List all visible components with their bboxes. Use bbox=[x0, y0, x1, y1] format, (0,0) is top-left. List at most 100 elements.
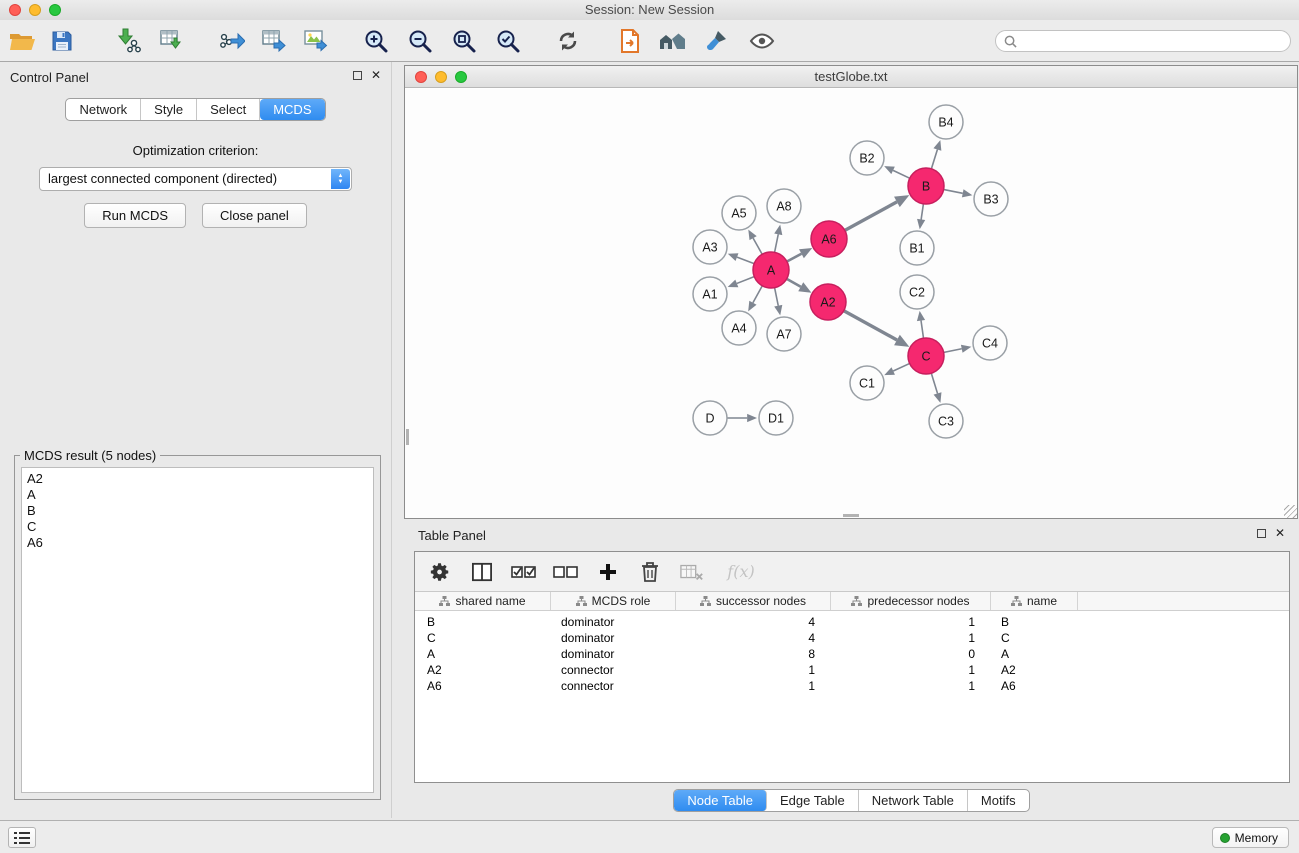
table-cell[interactable]: dominator bbox=[551, 646, 676, 662]
network-edge-C-C3[interactable] bbox=[931, 372, 938, 393]
export-network-button[interactable] bbox=[214, 24, 250, 58]
unselect-all-columns-button[interactable] bbox=[553, 558, 579, 586]
maximize-window-button[interactable] bbox=[49, 4, 61, 16]
refresh-button[interactable] bbox=[550, 24, 586, 58]
minimize-network-window-button[interactable] bbox=[435, 71, 447, 83]
network-edge-B-B1[interactable] bbox=[921, 203, 923, 220]
memory-button[interactable]: Memory bbox=[1212, 827, 1289, 848]
network-canvas[interactable]: B4B2BB3A5A8A6B1A3AC2A1A2A4A7C4CC1C3DD1 bbox=[405, 89, 1297, 518]
table-cell[interactable]: C bbox=[991, 630, 1078, 646]
network-node-A3[interactable]: A3 bbox=[693, 230, 727, 264]
column-header-successor-nodes[interactable]: successor nodes bbox=[676, 592, 831, 610]
network-edge-A6-B[interactable] bbox=[844, 202, 897, 231]
network-edge-A-A2[interactable] bbox=[786, 278, 801, 286]
table-cell[interactable]: A2 bbox=[991, 662, 1078, 678]
network-node-A[interactable]: A bbox=[753, 252, 789, 288]
table-cell[interactable]: B bbox=[991, 614, 1078, 630]
network-node-A1[interactable]: A1 bbox=[693, 277, 727, 311]
float-table-panel-button[interactable] bbox=[1257, 529, 1266, 538]
table-cell[interactable]: dominator bbox=[551, 630, 676, 646]
control-panel-tab-mcds[interactable]: MCDS bbox=[260, 99, 324, 120]
maximize-network-window-button[interactable] bbox=[455, 71, 467, 83]
table-cell[interactable]: 1 bbox=[831, 678, 991, 694]
network-edge-C-C1[interactable] bbox=[893, 363, 910, 371]
table-settings-button[interactable] bbox=[427, 558, 453, 586]
table-cell[interactable]: 4 bbox=[676, 630, 831, 646]
zoom-fit-button[interactable] bbox=[446, 24, 482, 58]
table-tab-motifs[interactable]: Motifs bbox=[968, 790, 1029, 811]
apply-style-button[interactable] bbox=[698, 24, 734, 58]
float-control-panel-button[interactable] bbox=[353, 71, 362, 80]
table-cell[interactable]: connector bbox=[551, 662, 676, 678]
import-table-button[interactable] bbox=[154, 24, 190, 58]
home-panels-button[interactable] bbox=[654, 24, 690, 58]
network-node-C4[interactable]: C4 bbox=[973, 326, 1007, 360]
resize-grip[interactable] bbox=[1284, 505, 1297, 518]
open-file-button[interactable] bbox=[4, 24, 40, 58]
close-control-panel-button[interactable]: ✕ bbox=[371, 70, 381, 80]
table-cell[interactable]: 8 bbox=[676, 646, 831, 662]
network-node-B[interactable]: B bbox=[908, 168, 944, 204]
delete-table-button[interactable] bbox=[679, 558, 705, 586]
column-header-shared-name[interactable]: shared name bbox=[415, 592, 551, 610]
network-node-B3[interactable]: B3 bbox=[974, 182, 1008, 216]
network-node-C2[interactable]: C2 bbox=[900, 275, 934, 309]
delete-columns-button[interactable] bbox=[637, 558, 663, 586]
zoom-in-button[interactable] bbox=[358, 24, 394, 58]
column-header-predecessor-nodes[interactable]: predecessor nodes bbox=[831, 592, 991, 610]
network-edge-A-A8[interactable] bbox=[774, 234, 778, 253]
select-all-columns-button[interactable] bbox=[511, 558, 537, 586]
horizontal-scrollbar-thumb[interactable] bbox=[843, 514, 859, 517]
table-cell[interactable]: A6 bbox=[991, 678, 1078, 694]
table-row[interactable]: Cdominator41C bbox=[415, 630, 1289, 646]
network-edge-A2-C[interactable] bbox=[843, 310, 897, 340]
table-cell[interactable]: 0 bbox=[831, 646, 991, 662]
table-cell[interactable]: 1 bbox=[676, 662, 831, 678]
mcds-result-item[interactable]: C bbox=[27, 519, 368, 535]
close-panel-button[interactable]: Close panel bbox=[202, 203, 307, 228]
table-tab-node-table[interactable]: Node Table bbox=[674, 790, 767, 811]
mcds-result-item[interactable]: A bbox=[27, 487, 368, 503]
table-cell[interactable]: A bbox=[991, 646, 1078, 662]
network-edge-B-B4[interactable] bbox=[931, 150, 937, 170]
network-node-D[interactable]: D bbox=[693, 401, 727, 435]
zoom-selected-button[interactable] bbox=[490, 24, 526, 58]
table-cell[interactable]: connector bbox=[551, 678, 676, 694]
save-session-button[interactable] bbox=[44, 24, 80, 58]
network-edge-A-A3[interactable] bbox=[737, 257, 755, 264]
network-node-A5[interactable]: A5 bbox=[722, 196, 756, 230]
search-input[interactable] bbox=[1022, 34, 1282, 48]
control-panel-tab-style[interactable]: Style bbox=[141, 99, 197, 120]
mcds-result-item[interactable]: A6 bbox=[27, 535, 368, 551]
create-column-button[interactable] bbox=[595, 558, 621, 586]
table-tab-edge-table[interactable]: Edge Table bbox=[767, 790, 859, 811]
table-cell[interactable]: A6 bbox=[415, 678, 551, 694]
export-image-button[interactable] bbox=[298, 24, 334, 58]
network-node-D1[interactable]: D1 bbox=[759, 401, 793, 435]
show-hide-button[interactable] bbox=[744, 24, 780, 58]
network-node-A2[interactable]: A2 bbox=[810, 284, 846, 320]
close-network-window-button[interactable] bbox=[415, 71, 427, 83]
import-network-button[interactable] bbox=[110, 24, 146, 58]
mcds-result-list[interactable]: A2ABCA6 bbox=[21, 467, 374, 793]
function-builder-button[interactable]: f(x) bbox=[721, 558, 761, 586]
table-row[interactable]: Bdominator41B bbox=[415, 614, 1289, 630]
open-session-file-button[interactable] bbox=[612, 24, 648, 58]
network-node-A6[interactable]: A6 bbox=[811, 221, 847, 257]
network-node-C[interactable]: C bbox=[908, 338, 944, 374]
table-cell[interactable]: 1 bbox=[676, 678, 831, 694]
export-table-button[interactable] bbox=[256, 24, 292, 58]
zoom-out-button[interactable] bbox=[402, 24, 438, 58]
network-node-A8[interactable]: A8 bbox=[767, 189, 801, 223]
table-tab-network-table[interactable]: Network Table bbox=[859, 790, 968, 811]
optimization-criterion-select[interactable]: largest connected component (directed) ▲… bbox=[39, 167, 352, 191]
control-panel-tab-select[interactable]: Select bbox=[197, 99, 260, 120]
network-edge-C-C2[interactable] bbox=[921, 321, 924, 340]
table-cell[interactable]: B bbox=[415, 614, 551, 630]
close-window-button[interactable] bbox=[9, 4, 21, 16]
network-node-A4[interactable]: A4 bbox=[722, 311, 756, 345]
show-column-button[interactable] bbox=[469, 558, 495, 586]
run-mcds-button[interactable]: Run MCDS bbox=[84, 203, 186, 228]
table-cell[interactable]: 1 bbox=[831, 614, 991, 630]
network-node-B2[interactable]: B2 bbox=[850, 141, 884, 175]
